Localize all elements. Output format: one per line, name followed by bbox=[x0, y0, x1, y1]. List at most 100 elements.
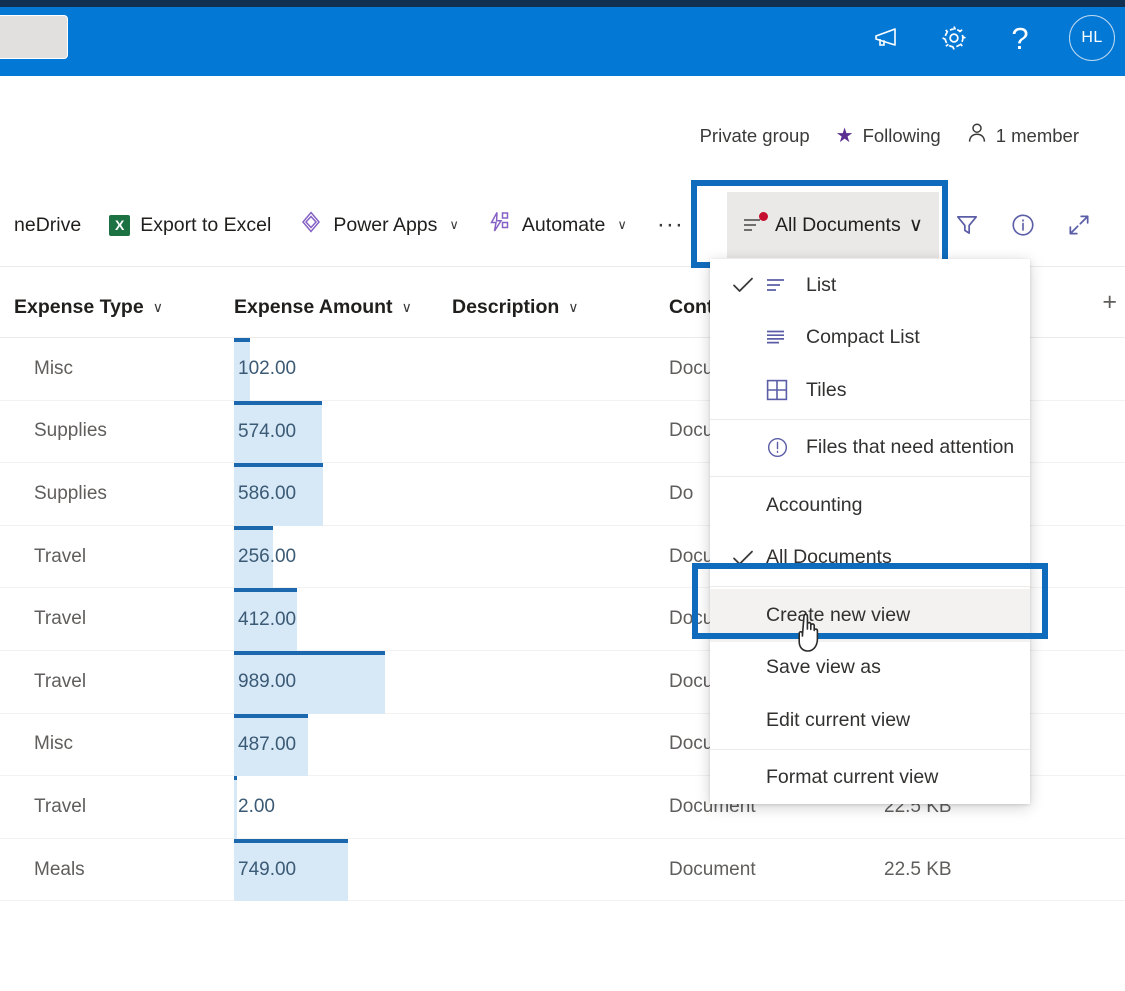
menu-separator bbox=[710, 586, 1030, 587]
column-label: Expense Type bbox=[14, 296, 144, 318]
sync-onedrive-button[interactable]: neDrive bbox=[0, 183, 95, 267]
cell-expense-type: Misc bbox=[34, 357, 74, 379]
chevron-down-icon: ∨ bbox=[401, 299, 412, 315]
amount-value: 2.00 bbox=[238, 796, 275, 818]
command-bar-right: All Documents ∨ bbox=[727, 183, 1107, 267]
help-glyph: ? bbox=[1011, 20, 1029, 56]
column-label: Description bbox=[452, 296, 560, 318]
menu-item-label: List bbox=[806, 273, 837, 296]
column-header-expense-amount[interactable]: Expense Amount ∨ bbox=[234, 296, 412, 319]
list-view-icon bbox=[743, 212, 768, 234]
info-icon[interactable] bbox=[995, 192, 1051, 258]
following-button[interactable]: ★ Following bbox=[836, 125, 941, 147]
megaphone-icon[interactable] bbox=[871, 21, 905, 55]
chevron-down-icon: ∨ bbox=[908, 214, 923, 236]
automate-icon bbox=[487, 210, 512, 240]
unsaved-changes-dot bbox=[759, 212, 768, 221]
cell-content-type: Docu bbox=[669, 545, 714, 567]
privacy-text: Private group bbox=[699, 124, 810, 146]
amount-value: 412.00 bbox=[238, 608, 297, 630]
cell-content-type: Docu bbox=[669, 420, 714, 442]
add-column-button[interactable]: + bbox=[1102, 288, 1117, 317]
cell-expense-amount: 989.00 bbox=[234, 650, 385, 714]
export-to-excel-label: Export to Excel bbox=[140, 213, 272, 236]
cell-content-type: Document bbox=[669, 858, 756, 880]
menu-item-label: Create new view bbox=[766, 603, 911, 626]
automate-button[interactable]: Automate ∨ bbox=[473, 183, 641, 267]
amount-value: 256.00 bbox=[238, 546, 297, 568]
cell-expense-amount: 256.00 bbox=[234, 525, 296, 589]
menu-item-files-that-need-attention[interactable]: Files that need attention bbox=[710, 422, 1030, 475]
amount-value: 487.00 bbox=[238, 733, 297, 755]
cell-expense-type: Meals bbox=[34, 858, 85, 880]
power-apps-button[interactable]: Power Apps ∨ bbox=[285, 183, 473, 267]
menu-item-accounting[interactable]: Accounting bbox=[710, 479, 1030, 532]
menu-item-label: Format current view bbox=[766, 766, 939, 789]
menu-item-label: All Documents bbox=[766, 546, 892, 569]
more-commands-button[interactable]: ··· bbox=[641, 211, 700, 239]
menu-separator bbox=[710, 476, 1030, 477]
menu-item-tiles[interactable]: Tiles bbox=[710, 364, 1030, 417]
menu-item-all-documents[interactable]: All Documents bbox=[710, 532, 1030, 585]
mouse-cursor bbox=[793, 611, 827, 660]
check-icon bbox=[732, 276, 766, 294]
privacy-label: Private group bbox=[700, 125, 810, 147]
help-icon[interactable]: ? bbox=[1003, 21, 1037, 55]
menu-item-list[interactable]: List bbox=[710, 259, 1030, 312]
export-to-excel-button[interactable]: X Export to Excel bbox=[95, 183, 285, 267]
amount-value: 989.00 bbox=[238, 671, 297, 693]
power-apps-label: Power Apps bbox=[333, 213, 438, 236]
chevron-down-icon: ∨ bbox=[152, 299, 163, 315]
avatar[interactable]: HL bbox=[1069, 15, 1115, 61]
cell-expense-type: Travel bbox=[34, 545, 87, 567]
cell-expense-type: Misc bbox=[34, 733, 74, 755]
tiles-icon bbox=[766, 379, 806, 401]
cell-expense-amount: 487.00 bbox=[234, 713, 309, 777]
cell-expense-amount: 574.00 bbox=[234, 400, 322, 464]
chevron-down-icon: ∨ bbox=[568, 299, 579, 315]
cell-content-type: Docu bbox=[669, 357, 714, 379]
cell-expense-amount: 749.00 bbox=[234, 838, 349, 902]
menu-item-label: Accounting bbox=[766, 493, 863, 516]
menu-item-create-new-view[interactable]: Create new view bbox=[710, 589, 1030, 642]
cell-expense-type: Travel bbox=[34, 670, 87, 692]
table-row[interactable]: Meals 749.00 Document 22.5 KB bbox=[0, 838, 1125, 902]
cell-file-size: 22.5 KB bbox=[884, 858, 952, 880]
command-bar: neDrive X Export to Excel Power Apps ∨ A… bbox=[0, 183, 1125, 267]
amount-value: 749.00 bbox=[238, 859, 297, 881]
alert-icon bbox=[766, 436, 806, 459]
cell-expense-amount: 102.00 bbox=[234, 338, 296, 401]
sync-onedrive-label: neDrive bbox=[14, 213, 82, 236]
menu-item-format-current-view[interactable]: Format current view bbox=[710, 752, 1030, 805]
cell-expense-type: Travel bbox=[34, 795, 87, 817]
search-input[interactable] bbox=[0, 15, 68, 59]
excel-icon: X bbox=[109, 214, 131, 236]
cell-expense-amount: 412.00 bbox=[234, 588, 297, 651]
power-apps-icon bbox=[299, 210, 323, 240]
menu-item-compact-list[interactable]: Compact List bbox=[710, 312, 1030, 365]
menu-item-save-view-as[interactable]: Save view as bbox=[710, 642, 1030, 695]
members-button[interactable]: 1 member bbox=[967, 122, 1079, 149]
column-header-content-type[interactable]: Cont bbox=[669, 296, 713, 319]
filter-icon[interactable] bbox=[939, 192, 995, 258]
column-header-description[interactable]: Description ∨ bbox=[452, 296, 579, 319]
menu-item-edit-current-view[interactable]: Edit current view bbox=[710, 694, 1030, 747]
amount-bar bbox=[234, 776, 237, 839]
amount-value: 586.00 bbox=[238, 483, 297, 505]
column-label: Cont bbox=[669, 296, 714, 318]
cell-content-type: Do bbox=[669, 482, 694, 504]
cell-expense-amount: 2.00 bbox=[234, 776, 275, 839]
automate-label: Automate bbox=[521, 213, 606, 236]
menu-item-label: Edit current view bbox=[766, 708, 911, 731]
following-label: Following bbox=[862, 124, 941, 146]
gear-icon[interactable] bbox=[937, 21, 971, 55]
menu-item-label: Files that need attention bbox=[806, 436, 1015, 459]
expand-icon[interactable] bbox=[1051, 192, 1107, 258]
suite-header: ? HL bbox=[0, 0, 1125, 76]
command-bar-left: neDrive X Export to Excel Power Apps ∨ A… bbox=[0, 183, 700, 267]
view-selector-button[interactable]: All Documents ∨ bbox=[727, 192, 939, 258]
chevron-down-icon: ∨ bbox=[449, 217, 459, 232]
cell-expense-type: Supplies bbox=[34, 420, 107, 442]
view-menu-dropdown: List Compact List Tiles Files that need att… bbox=[710, 259, 1030, 804]
column-header-expense-type[interactable]: Expense Type ∨ bbox=[14, 296, 163, 319]
